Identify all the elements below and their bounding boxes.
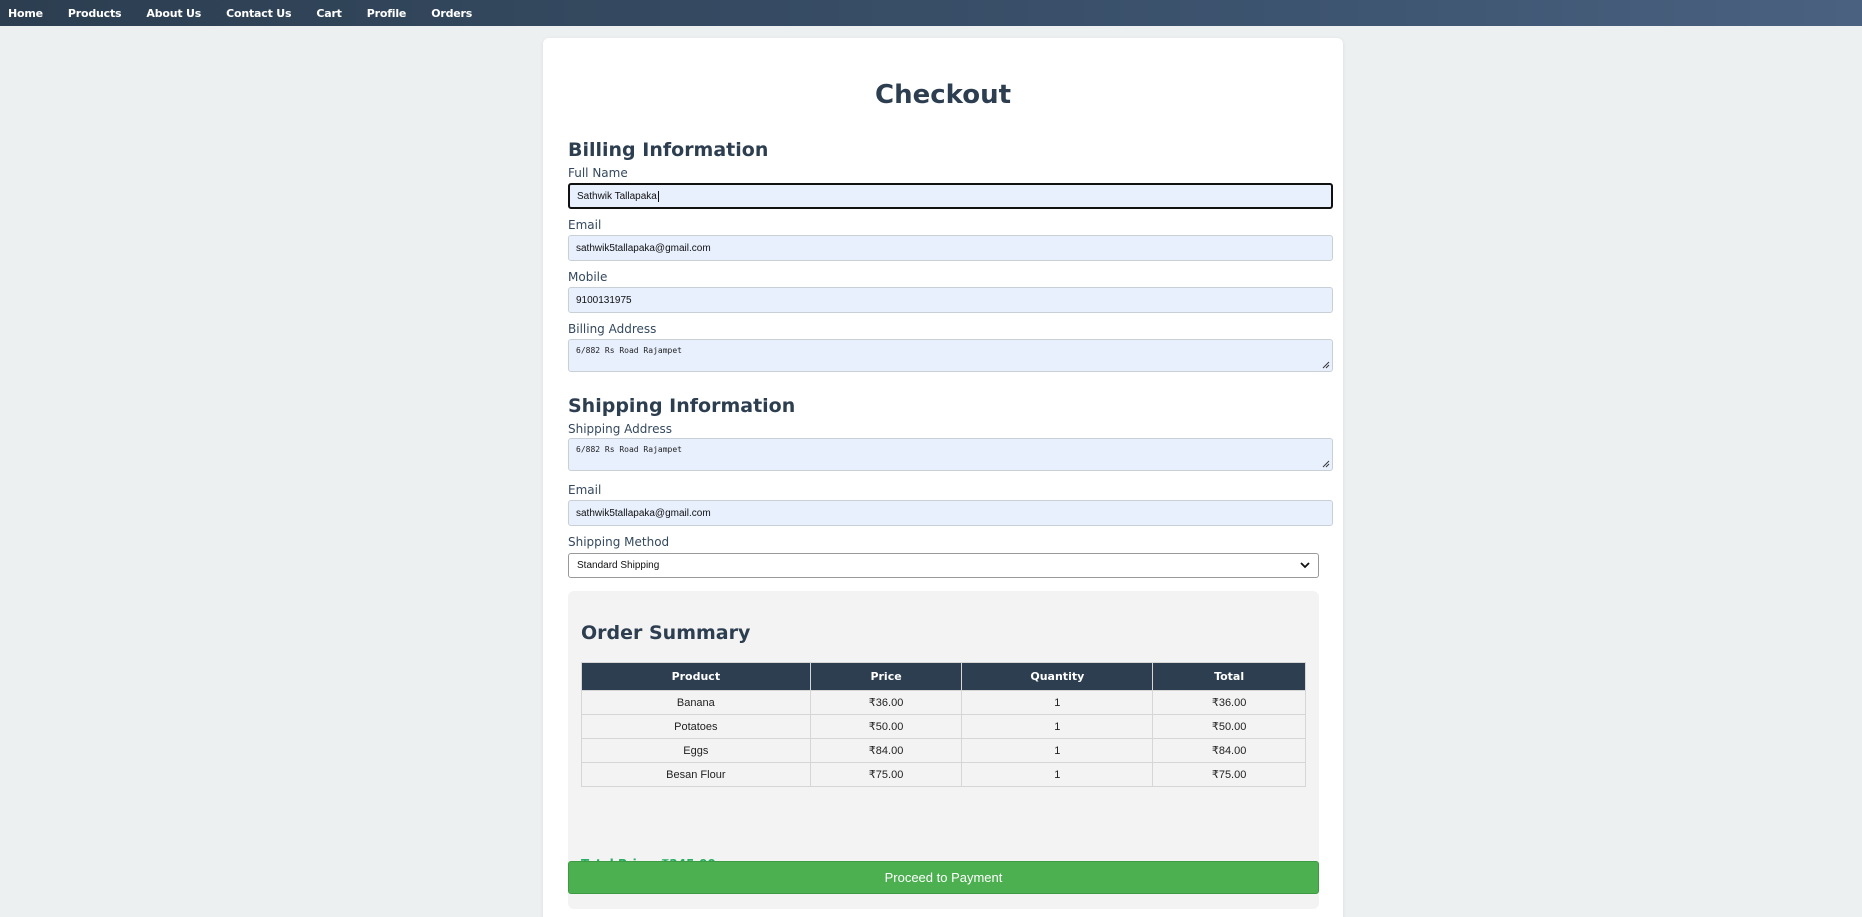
chevron-down-icon bbox=[1300, 562, 1310, 569]
shipping-email-input[interactable]: sathwik5tallapaka@gmail.com bbox=[568, 500, 1333, 526]
full-name-input[interactable]: Sathwik Tallapaka bbox=[568, 183, 1333, 209]
table-row: Potatoes ₹50.00 1 ₹50.00 bbox=[581, 714, 1306, 739]
cell-quantity: 1 bbox=[961, 762, 1154, 787]
col-header-total: Total bbox=[1152, 662, 1306, 691]
nav-cart-link[interactable]: Cart bbox=[316, 7, 342, 20]
shipping-address-textarea[interactable]: 6/882 Rs Road Rajampet bbox=[568, 438, 1333, 471]
page-title: Checkout bbox=[874, 80, 1012, 110]
cell-total: ₹50.00 bbox=[1152, 714, 1306, 739]
cell-quantity: 1 bbox=[961, 738, 1154, 763]
nav-products-link[interactable]: Products bbox=[68, 7, 122, 20]
nav-orders-link[interactable]: Orders bbox=[431, 7, 472, 20]
table-row: Eggs ₹84.00 1 ₹84.00 bbox=[581, 738, 1306, 763]
cell-product: Besan Flour bbox=[581, 762, 811, 787]
billing-address-textarea[interactable]: 6/882 Rs Road Rajampet bbox=[568, 339, 1333, 372]
full-name-label: Full Name bbox=[568, 166, 628, 180]
nav-home-link[interactable]: Home bbox=[8, 7, 43, 20]
text-cursor bbox=[657, 190, 659, 202]
cell-quantity: 1 bbox=[961, 690, 1154, 715]
billing-address-value: 6/882 Rs Road Rajampet bbox=[576, 346, 682, 355]
shipping-email-label: Email bbox=[568, 483, 602, 497]
cell-price: ₹36.00 bbox=[809, 690, 963, 715]
cell-total: ₹75.00 bbox=[1152, 762, 1306, 787]
cell-product: Potatoes bbox=[581, 714, 811, 739]
cell-total: ₹36.00 bbox=[1152, 690, 1306, 715]
order-table-header: Product Price Quantity Total bbox=[581, 662, 1306, 691]
nav-about-link[interactable]: About Us bbox=[146, 7, 201, 20]
shipping-method-label: Shipping Method bbox=[568, 535, 670, 549]
cell-price: ₹84.00 bbox=[809, 738, 963, 763]
billing-email-value: sathwik5tallapaka@gmail.com bbox=[576, 242, 711, 254]
order-summary-title: Order Summary bbox=[581, 622, 751, 644]
shipping-email-value: sathwik5tallapaka@gmail.com bbox=[576, 507, 711, 519]
shipping-method-select[interactable]: Standard Shipping bbox=[568, 553, 1319, 578]
shipping-address-label: Shipping Address bbox=[568, 422, 672, 436]
mobile-label: Mobile bbox=[568, 270, 608, 284]
resize-grip-icon[interactable] bbox=[1322, 460, 1330, 468]
table-row: Besan Flour ₹75.00 1 ₹75.00 bbox=[581, 762, 1306, 787]
proceed-to-payment-button[interactable]: Proceed to Payment bbox=[568, 861, 1319, 894]
col-header-product: Product bbox=[581, 662, 811, 691]
billing-email-label: Email bbox=[568, 218, 602, 232]
cell-quantity: 1 bbox=[961, 714, 1154, 739]
billing-section-title: Billing Information bbox=[568, 139, 769, 161]
cell-product: Eggs bbox=[581, 738, 811, 763]
col-header-price: Price bbox=[809, 662, 963, 691]
nav-profile-link[interactable]: Profile bbox=[367, 7, 407, 20]
cell-product: Banana bbox=[581, 690, 811, 715]
checkout-card: Checkout Billing Information Full Name S… bbox=[543, 38, 1343, 917]
order-table: Product Price Quantity Total Banana ₹36.… bbox=[581, 662, 1306, 787]
mobile-input[interactable]: 9100131975 bbox=[568, 287, 1333, 313]
top-nav: Home Products About Us Contact Us Cart P… bbox=[0, 0, 1862, 26]
full-name-value: Sathwik Tallapaka bbox=[577, 190, 657, 202]
shipping-section-title: Shipping Information bbox=[568, 395, 796, 417]
shipping-address-value: 6/882 Rs Road Rajampet bbox=[576, 445, 682, 454]
cell-price: ₹50.00 bbox=[809, 714, 963, 739]
billing-address-label: Billing Address bbox=[568, 322, 657, 336]
table-row: Banana ₹36.00 1 ₹36.00 bbox=[581, 690, 1306, 715]
col-header-quantity: Quantity bbox=[961, 662, 1154, 691]
cell-total: ₹84.00 bbox=[1152, 738, 1306, 763]
mobile-value: 9100131975 bbox=[576, 294, 632, 306]
resize-grip-icon[interactable] bbox=[1322, 361, 1330, 369]
shipping-method-value: Standard Shipping bbox=[577, 560, 660, 571]
cell-price: ₹75.00 bbox=[809, 762, 963, 787]
nav-contact-link[interactable]: Contact Us bbox=[226, 7, 291, 20]
billing-email-input[interactable]: sathwik5tallapaka@gmail.com bbox=[568, 235, 1333, 261]
